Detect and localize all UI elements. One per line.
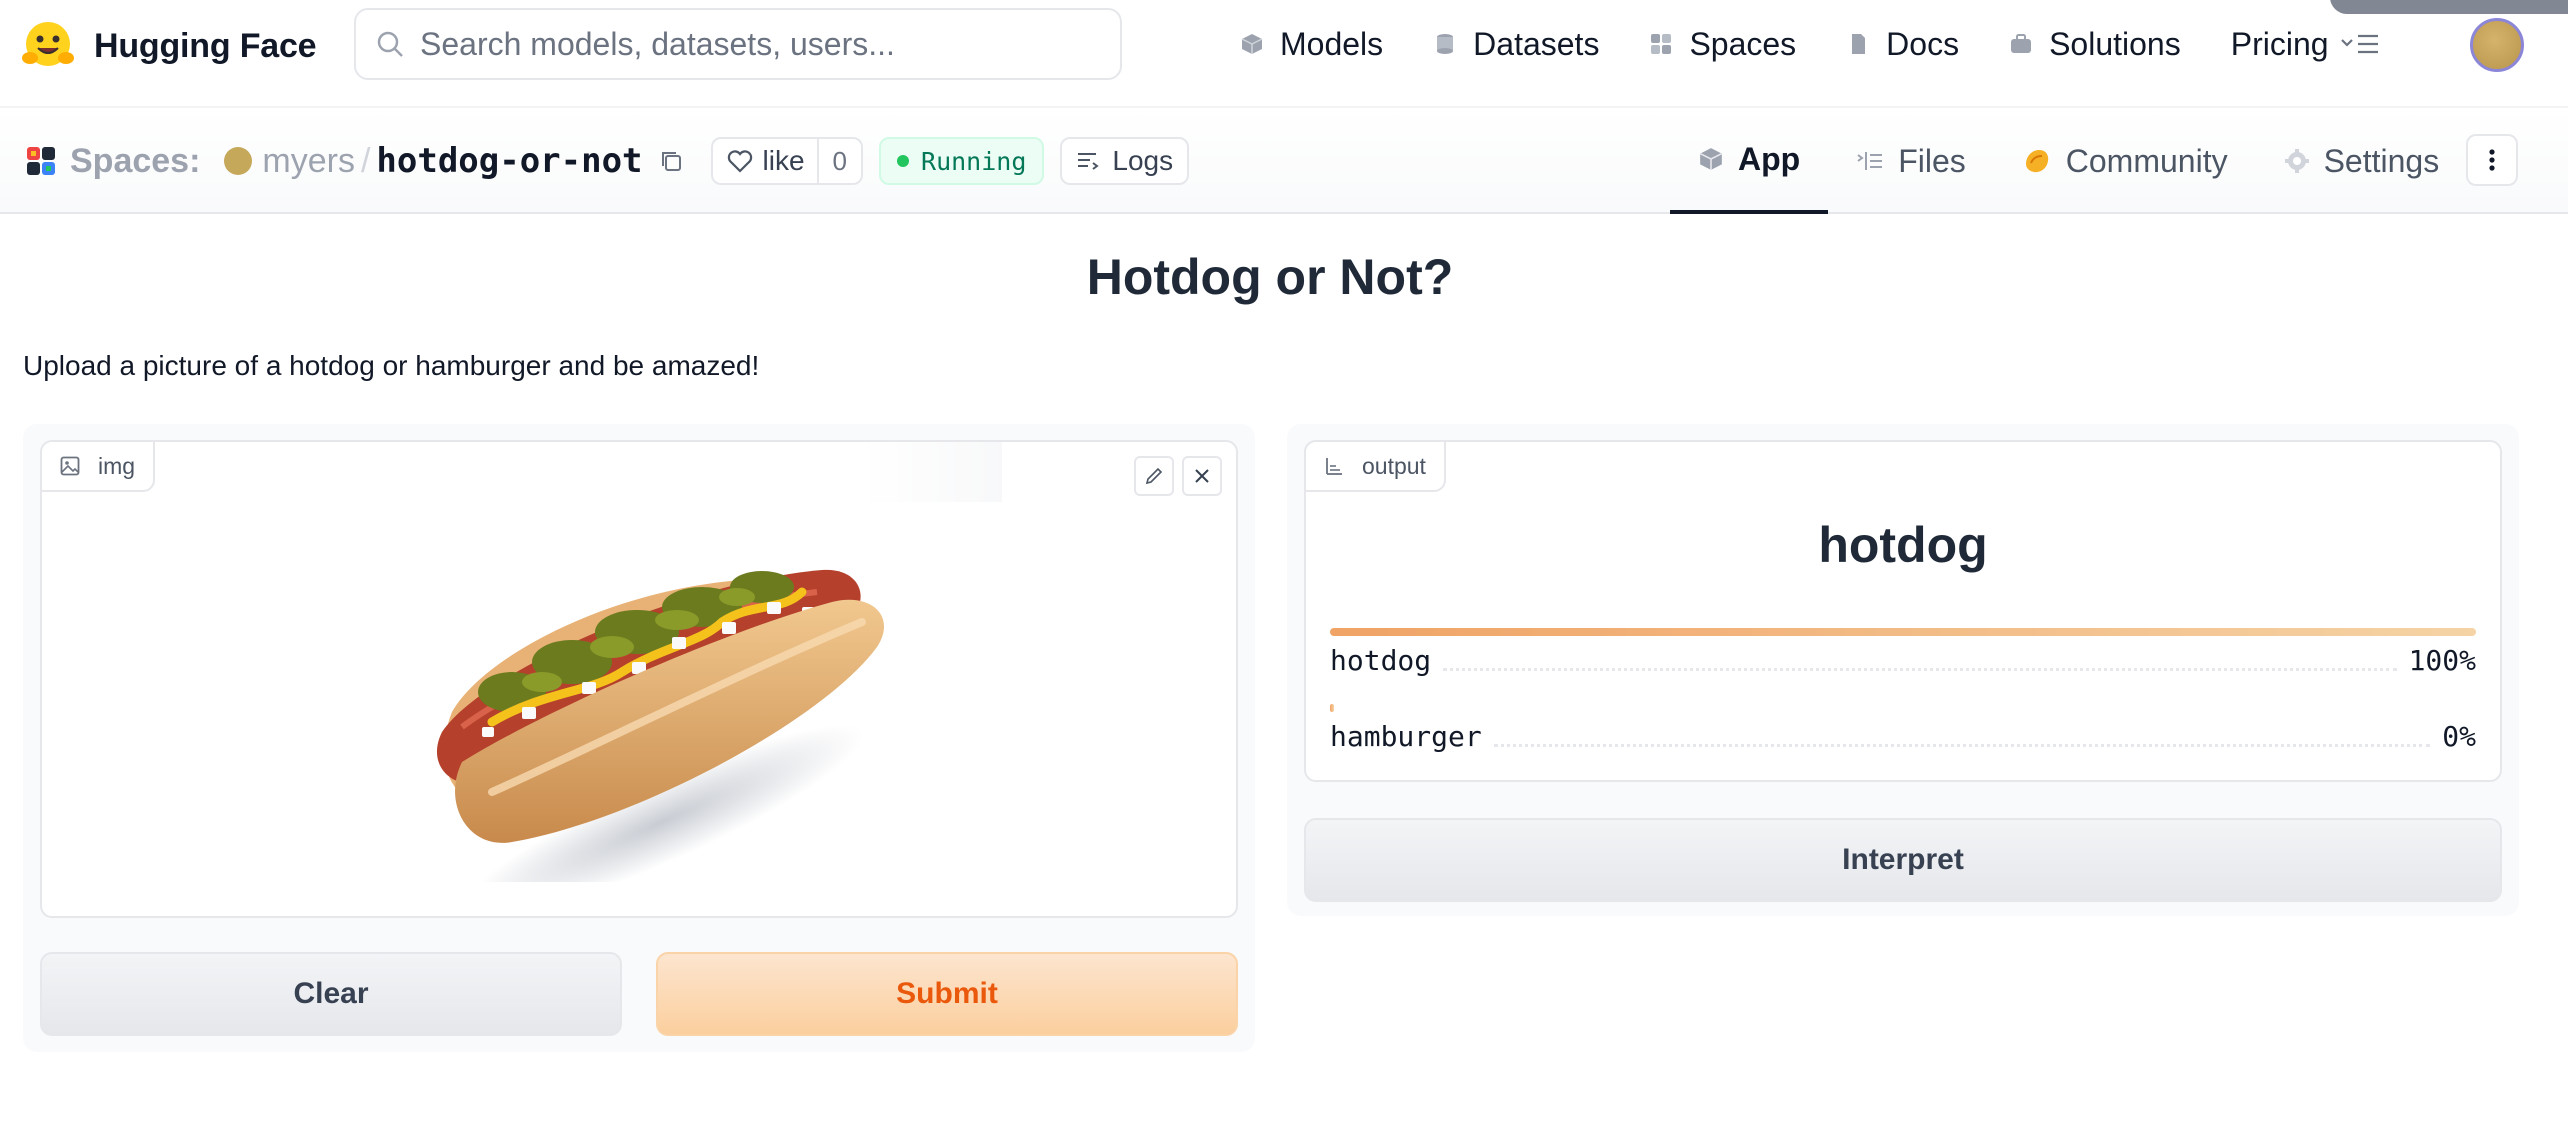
nav-docs[interactable]: Docs xyxy=(1846,26,1959,63)
confidence-item: hotdog 100% xyxy=(1330,628,2476,677)
like-count: 0 xyxy=(816,139,861,183)
spaces-icon xyxy=(27,147,55,175)
top-navbar: Hugging Face Models Datasets Spaces Docs… xyxy=(0,0,2568,108)
confidence-label: hotdog xyxy=(1330,644,1432,677)
tab-files[interactable]: Files xyxy=(1828,108,1994,214)
nav-pricing[interactable]: Pricing xyxy=(2231,26,2329,63)
space-tabs: App Files Community Settings xyxy=(1670,108,2467,214)
clear-image-button[interactable] xyxy=(1182,456,1222,496)
path-separator: / xyxy=(360,141,371,180)
cube-icon xyxy=(1241,34,1263,54)
predicted-label: hotdog xyxy=(1818,517,1988,573)
submit-button[interactable]: Submit xyxy=(656,952,1238,1036)
tab-community-label: Community xyxy=(2065,142,2228,179)
confidence-bar-hamburger xyxy=(1330,704,1334,712)
like-label: like xyxy=(762,145,805,176)
nav-spaces[interactable]: Spaces xyxy=(1649,26,1796,63)
tab-app[interactable]: App xyxy=(1670,108,1829,214)
search-box[interactable] xyxy=(354,8,1122,80)
cube-icon xyxy=(1699,148,1723,170)
more-menu-icon[interactable] xyxy=(2338,28,2382,60)
confidence-item: hamburger 0% xyxy=(1330,704,2476,753)
output-box: output hotdog hotdog 100% hamburger 0% xyxy=(1304,440,2502,782)
nav-datasets-label: Datasets xyxy=(1473,25,1600,62)
app-title: Hotdog or Not? xyxy=(1086,249,1454,305)
image-icon xyxy=(60,456,80,476)
nav-solutions-label: Solutions xyxy=(2049,25,2181,62)
hugging-face-logo[interactable]: Hugging Face xyxy=(20,18,317,74)
image-tools xyxy=(1126,456,1222,496)
tab-settings-label: Settings xyxy=(2323,142,2440,179)
space-repo-name[interactable]: hotdog-or-not xyxy=(376,141,642,181)
confidence-value: 100% xyxy=(2408,644,2476,677)
status-text: Running xyxy=(921,146,1027,176)
grid-icon xyxy=(1651,34,1672,54)
nav-docs-label: Docs xyxy=(1886,25,1960,62)
bar-chart-icon xyxy=(1326,458,1342,475)
app-description: Upload a picture of a hotdog or hamburge… xyxy=(23,350,760,381)
hotdog-image xyxy=(436,569,885,882)
kebab-menu-button[interactable] xyxy=(2466,134,2518,186)
tab-files-label: Files xyxy=(1898,142,1966,179)
leader-dots xyxy=(1493,727,2431,747)
nav-models[interactable]: Models xyxy=(1240,26,1383,63)
owner-name[interactable]: myers xyxy=(262,142,355,181)
logs-label: Logs xyxy=(1112,145,1174,176)
confidence-label: hamburger xyxy=(1330,720,1482,753)
image-input[interactable]: img xyxy=(40,440,1238,918)
nav-spaces-label: Spaces xyxy=(1689,25,1797,62)
nav-datasets[interactable]: Datasets xyxy=(1433,26,1599,63)
hugging-face-emoji-icon xyxy=(22,22,74,66)
space-header: Spaces: myers / hotdog-or-not like 0 Run… xyxy=(0,108,2568,214)
image-input-label: img xyxy=(42,442,156,492)
briefcase-icon xyxy=(2011,34,2032,53)
window-corner-shade xyxy=(2330,0,2568,14)
brand-name: Hugging Face xyxy=(94,26,317,65)
user-avatar[interactable] xyxy=(2470,18,2524,72)
logs-icon xyxy=(1078,153,1100,170)
logs-button[interactable]: Logs xyxy=(1060,137,1190,185)
tab-app-label: App xyxy=(1738,140,1801,177)
heart-icon xyxy=(727,150,752,173)
tab-settings[interactable]: Settings xyxy=(2256,108,2468,214)
leader-dots xyxy=(1443,651,2397,671)
edit-image-button[interactable] xyxy=(1134,456,1174,496)
close-icon xyxy=(1195,469,1209,483)
tab-community[interactable]: Community xyxy=(1994,108,2256,214)
output-label: output xyxy=(1304,440,1446,492)
status-badge: Running xyxy=(879,137,1045,185)
clear-button[interactable]: Clear xyxy=(40,952,622,1036)
spaces-label[interactable]: Spaces: xyxy=(70,142,200,181)
main-nav: Models Datasets Spaces Docs Solutions Pr… xyxy=(1240,22,2379,66)
search-icon xyxy=(377,31,403,57)
output-label-text: output xyxy=(1362,452,1426,479)
nav-solutions[interactable]: Solutions xyxy=(2009,26,2181,63)
vertical-dots-icon xyxy=(2489,149,2495,171)
image-glare xyxy=(862,442,1002,502)
confidence-bar-hotdog xyxy=(1330,628,2476,636)
image-input-label-text: img xyxy=(98,452,136,479)
like-button[interactable]: like 0 xyxy=(710,137,864,185)
gear-icon xyxy=(2284,149,2309,173)
nav-models-label: Models xyxy=(1280,25,1384,62)
files-icon xyxy=(1857,152,1883,170)
search-input[interactable] xyxy=(420,25,1060,63)
database-icon xyxy=(1437,34,1454,54)
clap-hands-icon xyxy=(2025,150,2048,173)
copy-icon[interactable] xyxy=(659,149,683,173)
nav-pricing-label: Pricing xyxy=(2230,25,2329,62)
confidence-value: 0% xyxy=(2442,720,2476,753)
status-dot-icon xyxy=(897,155,910,167)
document-icon xyxy=(1852,34,1866,54)
interpret-button[interactable]: Interpret xyxy=(1304,818,2502,902)
pencil-icon xyxy=(1145,467,1163,485)
owner-avatar xyxy=(224,147,253,175)
